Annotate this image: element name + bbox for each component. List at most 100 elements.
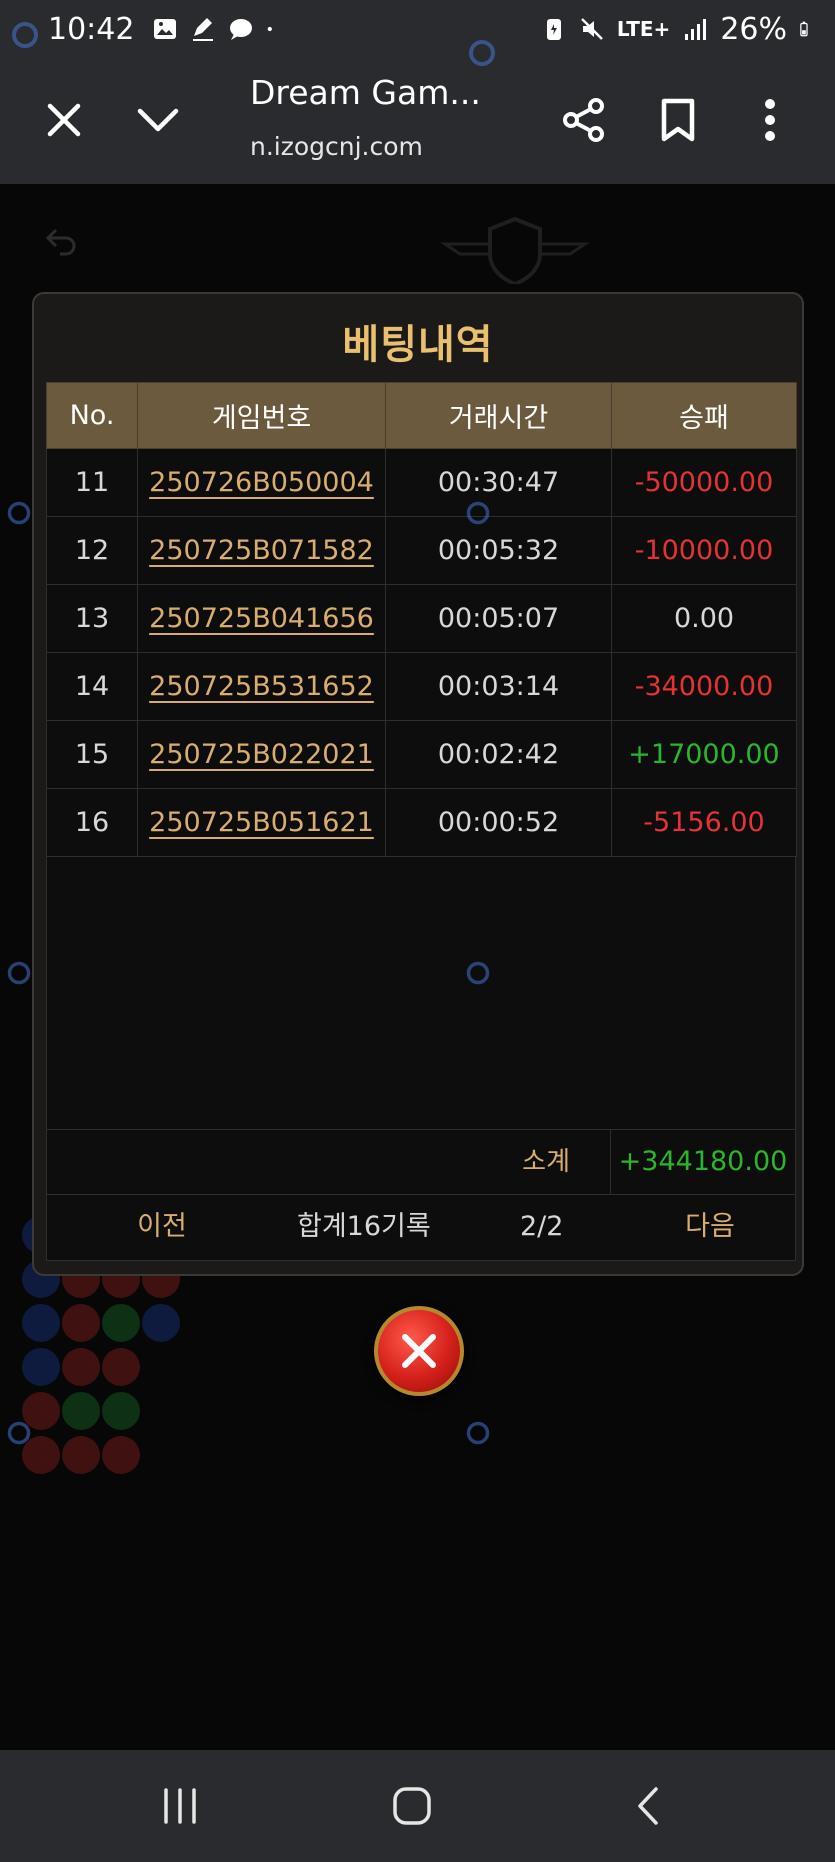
page-indicator: 2/2 xyxy=(520,1211,564,1242)
game-number-link[interactable]: 250725B041656 xyxy=(137,584,386,653)
browser-toolbar: Dream Gam... n.izogcnj.com xyxy=(0,58,835,184)
watermark-logo-icon xyxy=(469,40,495,66)
watermark-logo-icon xyxy=(7,501,31,525)
battery-icon xyxy=(800,21,808,37)
next-page-button[interactable]: 다음 xyxy=(655,1195,765,1259)
bookmark-icon xyxy=(661,98,695,142)
notification-icons xyxy=(152,16,280,42)
row-result: 0.00 xyxy=(611,584,797,653)
back-icon xyxy=(638,1787,658,1825)
table-row: 13 250725B041656 00:05:07 0.00 xyxy=(46,584,797,653)
system-navigation-bar xyxy=(0,1750,835,1862)
subtotal-row: 소계 +344180.00 xyxy=(46,1129,796,1195)
game-number-link[interactable]: 250725B051621 xyxy=(137,788,386,857)
more-vert-icon xyxy=(765,99,775,141)
watermark-logo-icon xyxy=(466,501,490,525)
share-button[interactable] xyxy=(552,88,616,152)
table-row: 16 250725B051621 00:00:52 -5156.00 xyxy=(46,788,797,857)
watermark-logo-icon xyxy=(7,1421,31,1445)
row-time: 00:00:52 xyxy=(385,788,612,857)
road-bead xyxy=(62,1304,100,1342)
subtotal-value: +344180.00 xyxy=(618,1146,788,1177)
row-no: 12 xyxy=(46,516,138,585)
road-bead xyxy=(102,1304,140,1342)
row-result: -5156.00 xyxy=(611,788,797,857)
home-icon xyxy=(393,1787,431,1825)
row-no: 14 xyxy=(46,652,138,721)
bookmark-button[interactable] xyxy=(646,88,710,152)
bet-history-table: No. 게임번호 거래시간 승패 11 250726B050004 00:30:… xyxy=(46,382,797,1261)
page-url[interactable]: n.izogcnj.com xyxy=(250,132,423,161)
road-bead xyxy=(22,1304,60,1342)
signal-icon xyxy=(685,19,707,40)
share-icon xyxy=(563,98,604,142)
game-number-text[interactable]: 250725B041656 xyxy=(149,603,374,634)
road-bead xyxy=(102,1392,140,1430)
game-number-text[interactable]: 250725B071582 xyxy=(149,535,374,566)
back-button[interactable] xyxy=(618,1776,678,1836)
game-emblem-icon xyxy=(440,216,590,284)
row-time: 00:05:32 xyxy=(385,516,612,585)
row-time: 00:02:42 xyxy=(385,720,612,789)
gallery-icon xyxy=(154,19,177,39)
row-no: 13 xyxy=(46,584,138,653)
table-row: 12 250725B071582 00:05:32 -10000.00 xyxy=(46,516,797,585)
minimize-button[interactable] xyxy=(126,88,190,152)
road-bead xyxy=(62,1392,100,1430)
close-modal-button[interactable] xyxy=(374,1306,464,1396)
table-header-row: No. 게임번호 거래시간 승패 xyxy=(46,382,797,449)
table-row: 15 250725B022021 00:02:42 +17000.00 xyxy=(46,720,797,789)
watermark-logo-icon xyxy=(466,961,490,985)
column-header-game-number: 게임번호 xyxy=(137,382,386,449)
table-row: 11 250726B050004 00:30:47 -50000.00 xyxy=(46,448,797,517)
close-icon xyxy=(47,103,81,137)
game-number-text[interactable]: 250726B050004 xyxy=(149,467,374,498)
watermark-logo-icon xyxy=(466,1421,490,1445)
status-bar: 10:42 LTE+ 26% xyxy=(0,0,835,58)
watermark-logo-icon xyxy=(7,961,31,985)
game-number-text[interactable]: 250725B531652 xyxy=(149,671,374,702)
row-no: 16 xyxy=(46,788,138,857)
dot-icon xyxy=(268,26,273,32)
row-time: 00:03:14 xyxy=(385,652,612,721)
road-bead xyxy=(102,1436,140,1474)
column-header-time: 거래시간 xyxy=(385,382,612,449)
watermark-logo-icon xyxy=(12,22,38,48)
row-no: 11 xyxy=(46,448,138,517)
game-number-link[interactable]: 250725B071582 xyxy=(137,516,386,585)
game-number-text[interactable]: 250725B051621 xyxy=(149,807,374,838)
prev-page-button[interactable]: 이전 xyxy=(107,1195,217,1259)
game-number-link[interactable]: 250726B050004 xyxy=(137,448,386,517)
row-result: -50000.00 xyxy=(611,448,797,517)
chevron-down-icon xyxy=(137,108,179,132)
road-bead xyxy=(62,1348,100,1386)
recent-apps-button[interactable] xyxy=(150,1776,210,1836)
back-arrow-icon xyxy=(45,228,76,256)
pagination: 이전 합계16기록 2/2 다음 xyxy=(46,1195,796,1261)
battery-percent: 26% xyxy=(720,11,787,47)
road-bead xyxy=(22,1348,60,1386)
chat-icon xyxy=(230,19,253,40)
system-icons: LTE+ 26% xyxy=(541,12,815,47)
column-header-result: 승패 xyxy=(611,382,797,449)
subtotal-label: 소계 xyxy=(47,1130,611,1194)
edit-icon xyxy=(193,18,214,41)
close-icon xyxy=(402,1334,436,1368)
home-button[interactable] xyxy=(382,1776,442,1836)
row-time: 00:30:47 xyxy=(385,448,612,517)
game-number-text[interactable]: 250725B022021 xyxy=(149,739,374,770)
close-tab-button[interactable] xyxy=(32,88,96,152)
game-number-link[interactable]: 250725B531652 xyxy=(137,652,386,721)
battery-saver-icon xyxy=(546,19,561,40)
row-result: -34000.00 xyxy=(611,652,797,721)
row-result: -10000.00 xyxy=(611,516,797,585)
total-records: 합계16기록 xyxy=(297,1211,431,1242)
mute-icon xyxy=(580,18,603,40)
game-number-link[interactable]: 250725B022021 xyxy=(137,720,386,789)
road-bead xyxy=(62,1436,100,1474)
bet-history-modal: 베팅내역 No. 게임번호 거래시간 승패 11 250726B050004 0… xyxy=(32,292,804,1276)
more-options-button[interactable] xyxy=(738,88,802,152)
recent-apps-icon xyxy=(164,1788,196,1824)
modal-title: 베팅내역 xyxy=(342,322,494,368)
table-row: 14 250725B531652 00:03:14 -34000.00 xyxy=(46,652,797,721)
